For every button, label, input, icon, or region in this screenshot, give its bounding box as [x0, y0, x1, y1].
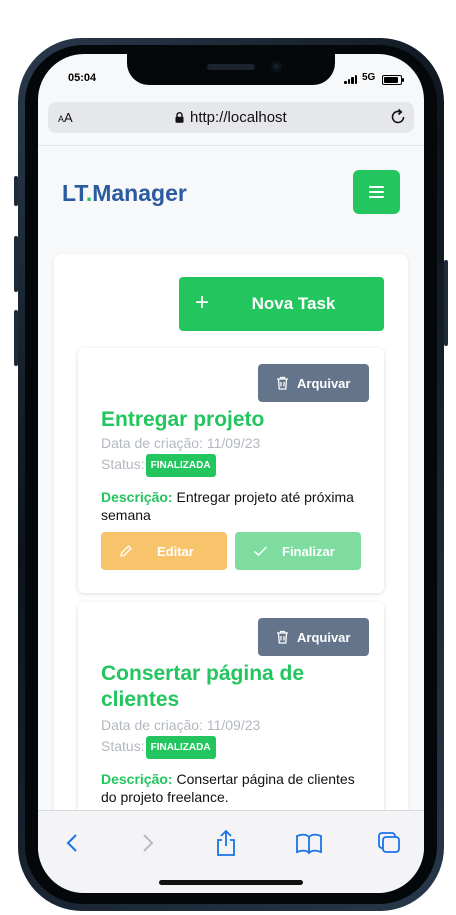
finish-button[interactable]: Finalizar — [235, 532, 361, 570]
share-icon[interactable] — [211, 829, 241, 857]
tabs-icon[interactable] — [374, 829, 404, 857]
status-row: Status: FINALIZADA — [101, 736, 216, 759]
task-title: Entregar projeto — [101, 408, 265, 431]
network-label: 5G — [362, 72, 376, 83]
finish-label: Finalizar — [282, 544, 335, 559]
power-button — [444, 260, 448, 346]
browser-toolbar — [38, 810, 424, 893]
status-row: Status: FINALIZADA — [101, 454, 216, 477]
created-date: Data de criação: 11/09/23 — [101, 435, 261, 451]
status-time: 05:04 — [68, 72, 97, 84]
volume-up-button — [14, 236, 18, 292]
archive-label: Arquivar — [297, 630, 351, 645]
check-icon — [254, 546, 268, 557]
edit-label: Editar — [157, 544, 194, 559]
front-camera — [271, 61, 282, 72]
trash-icon — [277, 630, 288, 644]
new-task-button[interactable]: + Nova Task — [179, 277, 384, 331]
url-text: http://localhost — [190, 109, 287, 126]
web-page: LT.Manager + Nova Task Arquivar Entregar… — [38, 145, 424, 862]
task-title: Consertar página de clientes — [101, 662, 305, 711]
new-task-label: Nova Task — [251, 294, 336, 313]
pencil-icon — [120, 545, 132, 557]
address-bar[interactable]: AA http://localhost — [48, 102, 414, 133]
brand-logo[interactable]: LT.Manager — [62, 180, 187, 207]
menu-button[interactable] — [353, 170, 400, 214]
archive-button[interactable]: Arquivar — [258, 364, 369, 402]
trash-icon — [277, 376, 288, 390]
back-icon[interactable] — [58, 829, 88, 857]
task-description: Descrição: Entregar projeto até próxima … — [101, 489, 354, 523]
lock-icon — [175, 112, 184, 123]
signal-icon — [344, 75, 358, 84]
mute-switch — [14, 176, 18, 206]
archive-button[interactable]: Arquivar — [258, 618, 369, 656]
forward-icon[interactable] — [132, 829, 162, 857]
task-description: Descrição: Consertar página de clientes … — [101, 771, 355, 805]
speaker-grille — [207, 64, 255, 70]
status-badge: FINALIZADA — [145, 736, 216, 759]
archive-label: Arquivar — [297, 376, 351, 391]
reload-icon[interactable] — [388, 107, 408, 127]
task-card: Arquivar Entregar projeto Data de criaçã… — [78, 348, 384, 593]
home-indicator[interactable] — [159, 880, 303, 885]
created-date: Data de criação: 11/09/23 — [101, 717, 261, 733]
status-badge: FINALIZADA — [145, 454, 216, 477]
edit-button[interactable]: Editar — [101, 532, 227, 570]
phone-screen: 05:04 5G AA http://localhost LT.Manager … — [38, 54, 424, 893]
notch — [127, 54, 335, 85]
bookmarks-icon[interactable] — [294, 829, 324, 857]
battery-icon — [382, 75, 402, 85]
reader-settings-button[interactable]: AA — [58, 110, 73, 125]
battery-cap — [402, 78, 404, 82]
volume-down-button — [14, 310, 18, 366]
